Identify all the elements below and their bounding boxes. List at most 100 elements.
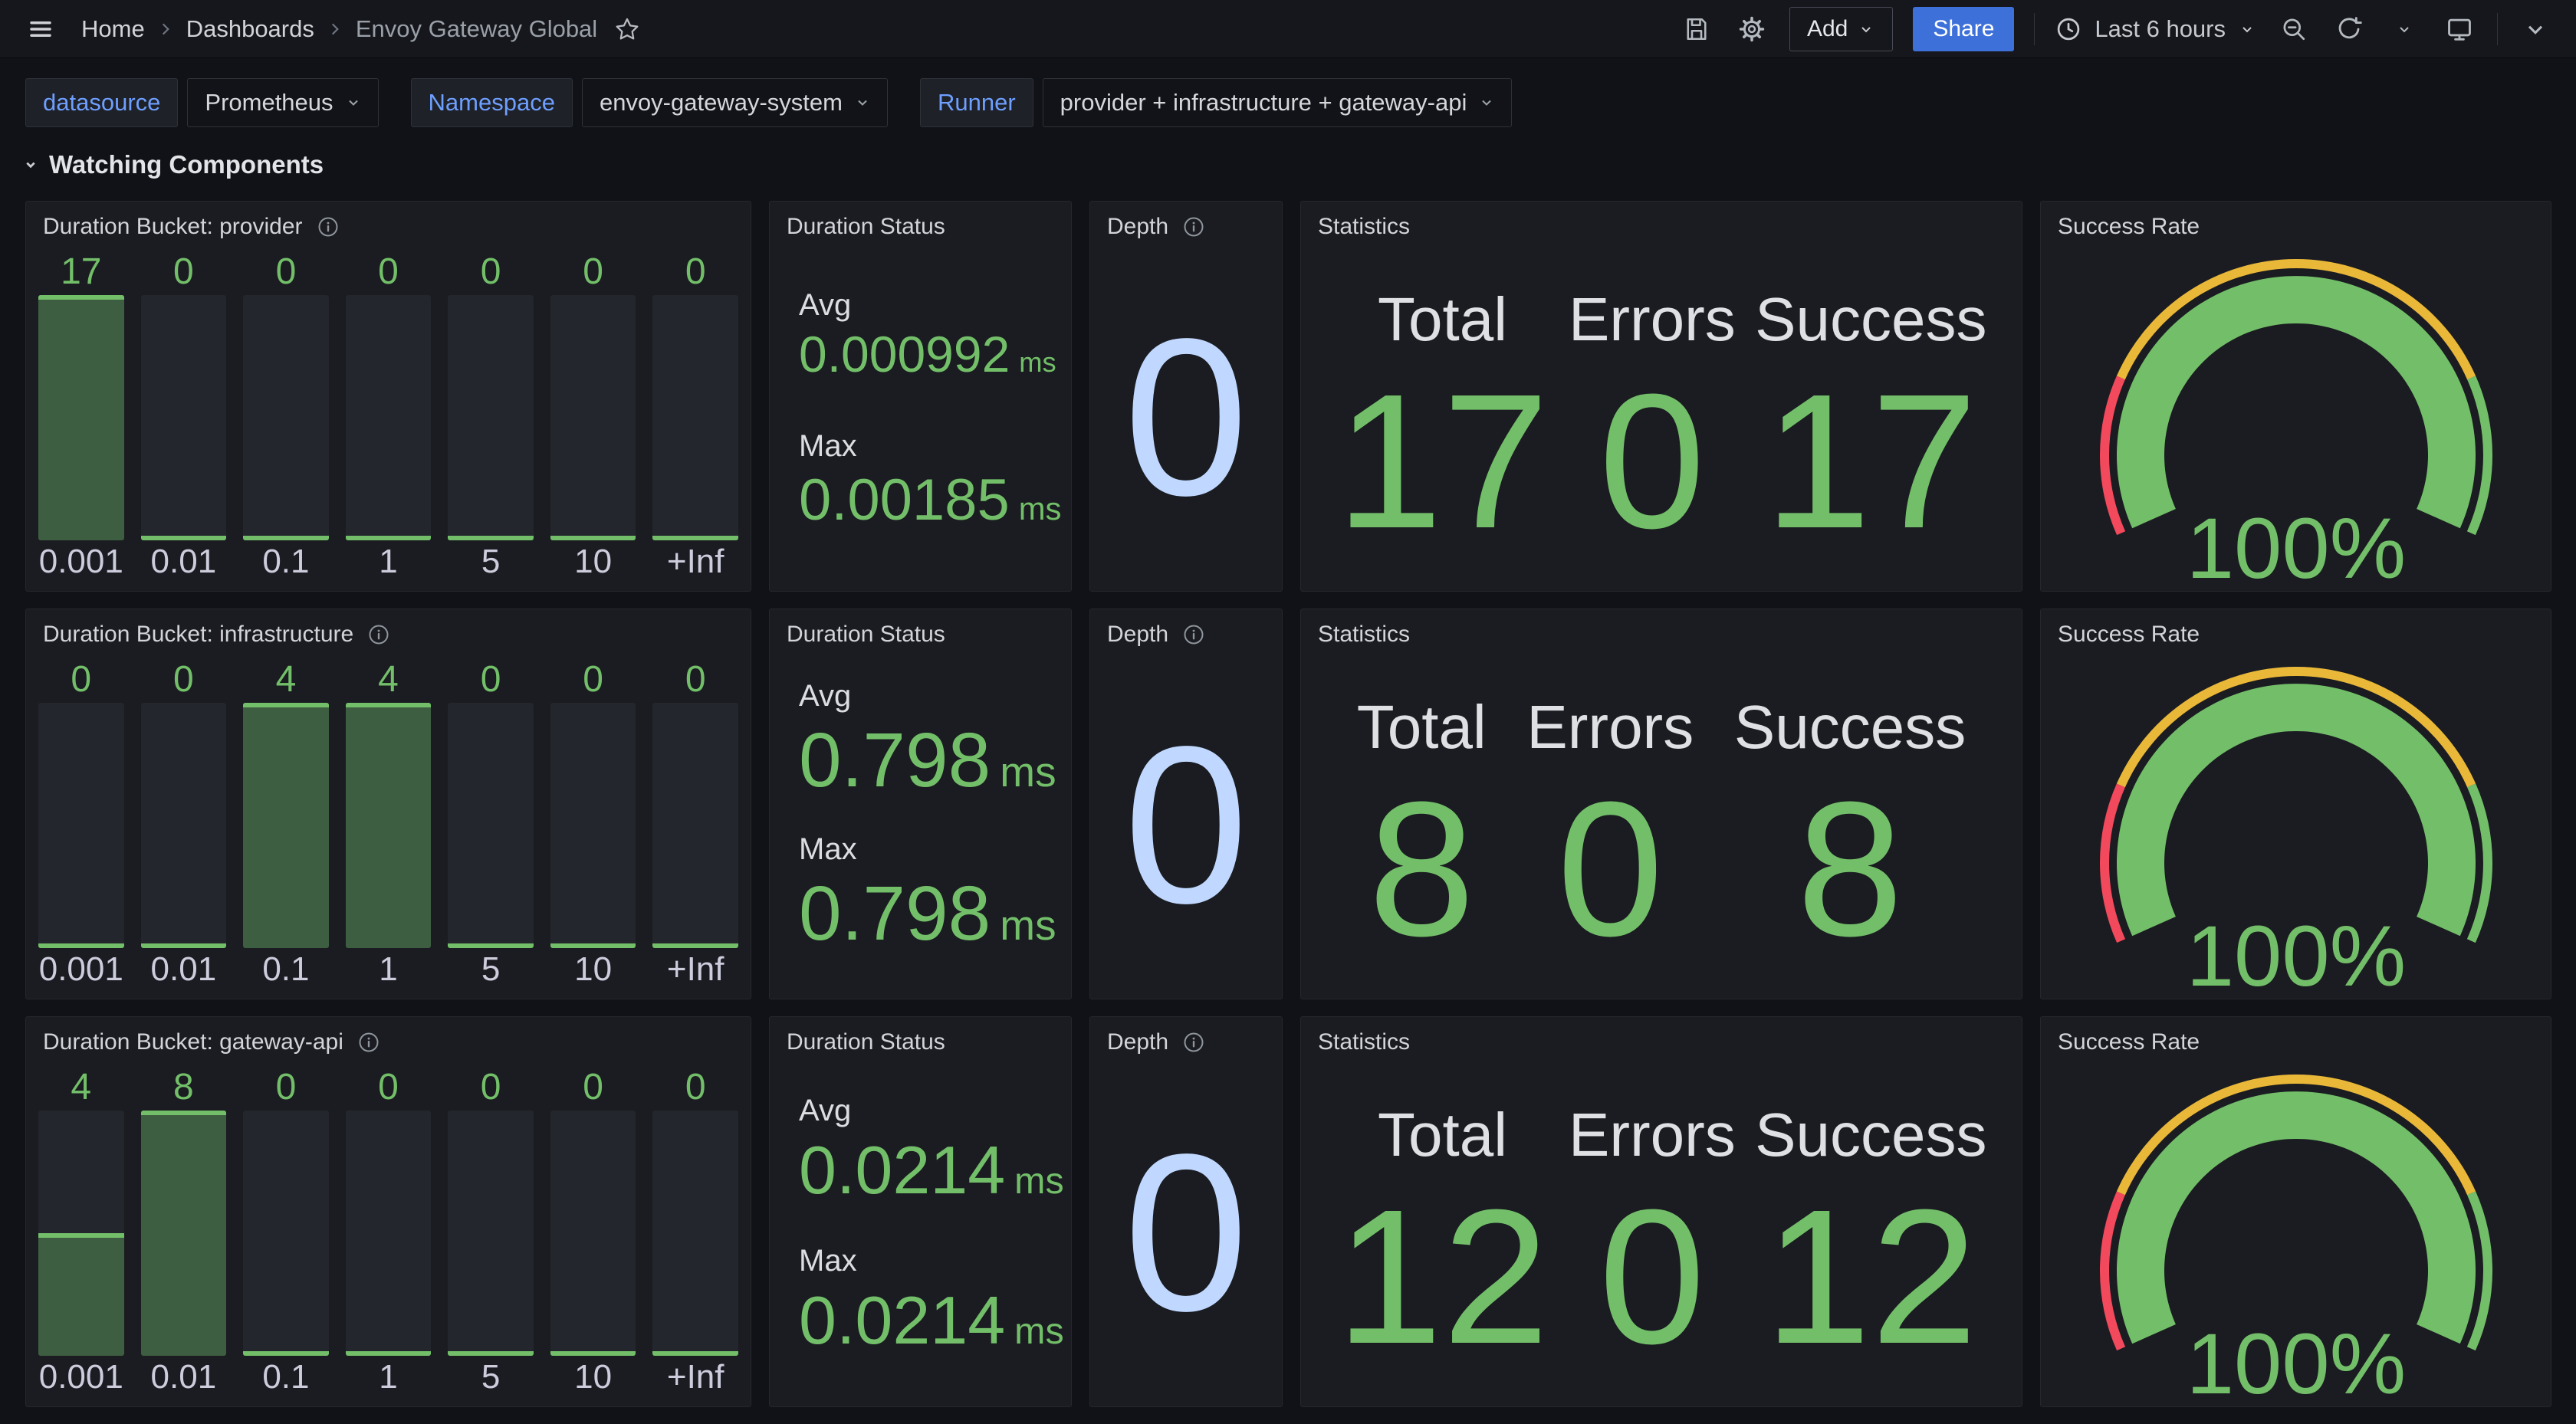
depth-value: 0 (1124, 305, 1248, 529)
info-icon[interactable] (367, 623, 390, 646)
panel-duration-bucket: Duration Bucket: infrastructure 00.00100… (25, 609, 751, 999)
panel-title-bar[interactable]: Success Rate (2041, 202, 2551, 243)
panel-success-rate: Success Rate 100% (2040, 1016, 2551, 1407)
bucket-axis-label: 0.1 (262, 540, 309, 583)
bucket-value: 4 (378, 655, 399, 703)
datasource-select[interactable]: Prometheus (187, 78, 378, 127)
bucket-bar: 00.01 (141, 655, 227, 991)
stat-value: 0 (1598, 1170, 1705, 1383)
unit-label: ms (1019, 346, 1056, 378)
bucket-bar-fill (448, 1351, 534, 1356)
save-icon[interactable] (1679, 11, 1714, 47)
bucket-bar: 170.001 (38, 248, 124, 583)
bucket-value: 0 (685, 655, 706, 703)
bucket-value: 0 (583, 1063, 603, 1111)
bucket-bar-fill (346, 703, 432, 948)
bucket-bar-fill (38, 1233, 124, 1356)
breadcrumb-dashboards[interactable]: Dashboards (186, 15, 314, 43)
bucket-bar: 05 (448, 248, 534, 583)
panel-title: Depth (1107, 214, 1168, 240)
breadcrumb-current: Envoy Gateway Global (356, 15, 597, 43)
gauge-body: 100% (2041, 1058, 2551, 1406)
bucket-bar: 80.01 (141, 1063, 227, 1399)
hamburger-menu-icon[interactable] (23, 11, 58, 47)
zoom-out-icon[interactable] (2276, 11, 2312, 47)
max-label: Max (799, 832, 1056, 867)
panel-title: Duration Status (787, 214, 945, 240)
panel-title: Duration Bucket: gateway-api (43, 1029, 343, 1055)
namespace-select[interactable]: envoy-gateway-system (582, 78, 888, 127)
stat-value: 8 (1368, 763, 1475, 976)
panel-title-bar[interactable]: Success Rate (2041, 609, 2551, 651)
bucket-bar-track (38, 703, 124, 948)
time-range-label: Last 6 hours (2095, 15, 2226, 43)
stats-body: Total12Errors0Success12 (1301, 1058, 2022, 1406)
info-icon[interactable] (1182, 215, 1205, 238)
time-range-picker[interactable]: Last 6 hours (2055, 15, 2256, 43)
panel-title-bar[interactable]: Depth (1090, 202, 1282, 243)
panel-title-bar[interactable]: Success Rate (2041, 1017, 2551, 1058)
panel-title-bar[interactable]: Duration Bucket: provider (26, 202, 751, 243)
panel-title-bar[interactable]: Duration Status (770, 202, 1071, 243)
unit-label: ms (1014, 1311, 1064, 1352)
info-icon[interactable] (1182, 1031, 1205, 1054)
panel-title-bar[interactable]: Statistics (1301, 609, 2022, 651)
bucket-value: 0 (378, 1063, 399, 1111)
share-button[interactable]: Share (1913, 7, 2014, 51)
stat-column: Total17 (1336, 251, 1549, 568)
breadcrumb-chevron-icon (327, 21, 343, 38)
bucket-bar-fill (550, 536, 636, 540)
bucket-bar: 00.01 (141, 248, 227, 583)
panel-statistics: Statistics Total12Errors0Success12 (1300, 1016, 2022, 1407)
variable-datasource: datasource Prometheus (25, 78, 379, 127)
panel-title-bar[interactable]: Duration Status (770, 1017, 1071, 1058)
panel-title-bar[interactable]: Statistics (1301, 202, 2022, 243)
row-section-watching-components[interactable]: Watching Components (20, 150, 2576, 179)
stats-body: Total8Errors0Success8 (1301, 651, 2022, 999)
variables-bar: datasource Prometheus Namespace envoy-ga… (0, 58, 2576, 127)
runner-label: Runner (920, 78, 1033, 127)
bucket-value: 0 (481, 1063, 501, 1111)
avg-value: 0.0214ms (799, 1131, 1056, 1209)
bucket-bar: 05 (448, 1063, 534, 1399)
panel-title: Success Rate (2058, 622, 2200, 648)
stat-label: Total (1378, 284, 1507, 355)
info-icon[interactable] (1182, 623, 1205, 646)
panel-duration-status: Duration Status Avg 0.798ms Max 0.798ms (769, 609, 1072, 999)
caret-down-icon (855, 95, 870, 110)
panel-title-bar[interactable]: Duration Bucket: gateway-api (26, 1017, 751, 1058)
runner-select[interactable]: provider + infrastructure + gateway-api (1043, 78, 1513, 127)
refresh-interval-caret-icon[interactable] (2387, 11, 2422, 47)
info-icon[interactable] (357, 1031, 380, 1054)
bucket-value: 0 (685, 1063, 706, 1111)
panel-title-bar[interactable]: Depth (1090, 1017, 1282, 1058)
bucket-bars: 00.00100.0140.141050100+Inf (26, 651, 751, 999)
bucket-bar-track (141, 703, 227, 948)
unit-label: ms (1019, 491, 1062, 527)
bucket-bars: 170.00100.0100.101050100+Inf (26, 243, 751, 591)
bucket-bar-track (448, 295, 534, 540)
success-rate-gauge: 100% (2051, 244, 2542, 590)
gear-icon[interactable] (1734, 11, 1769, 47)
panel-duration-bucket: Duration Bucket: provider 170.00100.01 0 0… (25, 201, 751, 592)
panel-title: Success Rate (2058, 1029, 2200, 1055)
stat-label: Success (1755, 1100, 1986, 1170)
stat-label: Total (1378, 1100, 1507, 1170)
panel-title-bar[interactable]: Depth (1090, 609, 1282, 651)
breadcrumb-home[interactable]: Home (81, 15, 145, 43)
info-icon[interactable] (317, 215, 340, 238)
refresh-icon[interactable] (2331, 11, 2367, 47)
chevron-down-icon[interactable] (2518, 11, 2553, 47)
gauge-body: 100% (2041, 243, 2551, 591)
add-button[interactable]: Add (1789, 7, 1893, 51)
bucket-value: 0 (71, 655, 91, 703)
panel-title-bar[interactable]: Duration Bucket: infrastructure (26, 609, 751, 651)
bucket-value: 0 (276, 248, 297, 295)
duration-status-body: Avg 0.798ms Max 0.798ms (770, 651, 1071, 999)
panel-duration-status: Duration Status Avg 0.0214ms Max 0.0214m… (769, 1016, 1072, 1407)
panel-title-bar[interactable]: Statistics (1301, 1017, 2022, 1058)
star-icon[interactable] (610, 11, 645, 47)
bucket-bar-fill (141, 1111, 227, 1356)
tv-kiosk-icon[interactable] (2442, 11, 2477, 47)
panel-title-bar[interactable]: Duration Status (770, 609, 1071, 651)
